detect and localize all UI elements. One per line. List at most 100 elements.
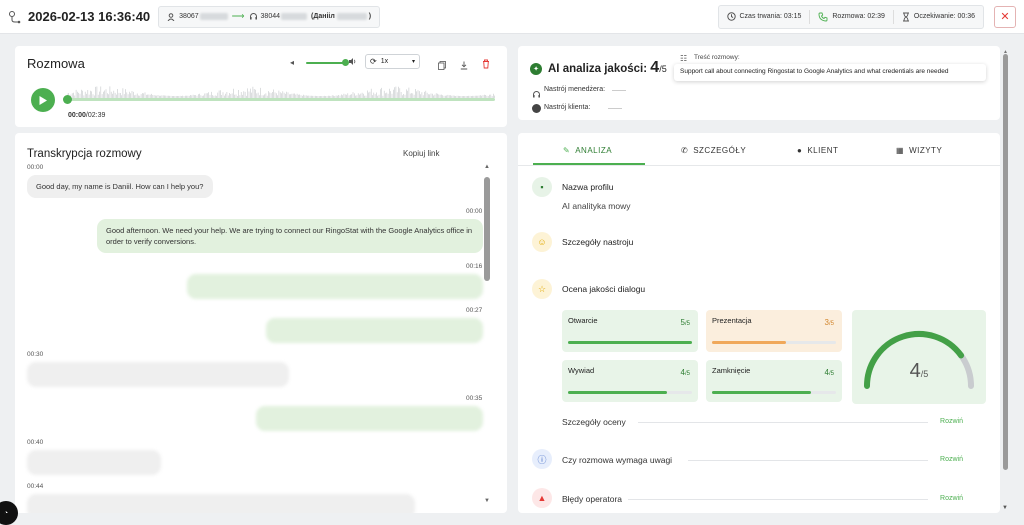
magic-wand-icon: ✎: [563, 146, 571, 155]
message-timestamp: 00:27: [466, 307, 483, 314]
message-timestamp: 00:00: [27, 164, 44, 171]
ai-summary-panel: ✦ AI analiza jakości: 4/5 Nastrój menedż…: [518, 46, 1008, 120]
manager-mood-value: [612, 90, 626, 91]
quality-card-bar: [568, 341, 692, 344]
total-time: /02:39: [85, 112, 106, 119]
phone-icon: [818, 12, 828, 22]
quality-card-score: 3/5: [825, 318, 834, 327]
divider: [628, 499, 928, 500]
calendar-icon: ▦: [896, 146, 905, 155]
expand-attention[interactable]: Rozwiń: [940, 456, 963, 463]
speed-select[interactable]: ⟳ 1x ▾: [365, 54, 420, 69]
phone-icon: ✆: [681, 146, 689, 155]
copy-link-button[interactable]: Kopiuj link: [403, 149, 439, 158]
callee-name: (Данііл: [311, 13, 335, 20]
quality-card-label: Zamknięcie: [712, 366, 751, 375]
smile-icon: ☺: [532, 232, 552, 252]
tab-klient[interactable]: ● KLIENT: [797, 146, 838, 155]
call-flow-icon: [8, 10, 22, 24]
message-operator: Good day, my name is Daniil. How can I h…: [27, 175, 213, 198]
help-widget-button[interactable]: ◔: [0, 501, 18, 525]
player-panel: Rozmowa ◂ ⟳ 1x ▾ 00:00/02:39: [15, 46, 507, 127]
profile-icon: ▪: [532, 177, 552, 197]
progress-knob[interactable]: [63, 95, 72, 104]
message-timestamp: 00:35: [466, 395, 483, 402]
volume-icon[interactable]: [348, 57, 357, 66]
transcript-title: Transkrypcja rozmowy: [27, 148, 142, 160]
speed-value: 1x: [380, 58, 389, 65]
delete-icon[interactable]: [482, 56, 490, 74]
chat-widget-icon: ◔: [3, 509, 9, 517]
player-title: Rozmowa: [27, 56, 85, 71]
message-client-redacted: [187, 274, 483, 299]
tab-szczegoly[interactable]: ✆ SZCZEGÓŁY: [681, 146, 746, 155]
scroll-down-icon[interactable]: ▼: [1002, 505, 1008, 511]
quality-card-bar: [712, 341, 836, 344]
dialog-quality-title: Ocena jakości dialogu: [562, 284, 646, 294]
download-icon[interactable]: [460, 57, 468, 75]
callee-name-close: ): [368, 13, 372, 20]
clock-icon: [726, 12, 736, 21]
profile-value: AI analityka mowy: [562, 201, 631, 211]
close-button[interactable]: ✕: [994, 5, 1016, 28]
quality-card: Wywiad 4/5: [562, 360, 698, 402]
content-label: Treść rozmowy:: [694, 54, 740, 61]
message-timestamp: 00:44: [27, 483, 44, 490]
divider: [688, 460, 928, 461]
transcript-panel: Transkrypcja rozmowy Kopiuj link 00:00 G…: [15, 133, 507, 513]
talk-text: Rozmowa: 02:39: [832, 13, 885, 20]
play-icon: [39, 95, 47, 105]
divider: [809, 9, 811, 24]
redacted-text: [281, 13, 307, 20]
quality-card-score: 5/5: [681, 318, 690, 327]
quality-card-bar-fill: [712, 341, 787, 344]
scroll-down-icon[interactable]: ▼: [484, 498, 490, 504]
callee-number: 38044: [260, 13, 280, 20]
page-scrollbar[interactable]: [1003, 54, 1008, 470]
tab-label: SZCZEGÓŁY: [693, 146, 747, 155]
message-client-redacted: [266, 318, 483, 343]
quality-card-score-outof: /5: [684, 321, 690, 327]
headset-icon: [249, 12, 258, 21]
gauge-score-outof: /5: [920, 369, 929, 379]
quality-card-bar-fill: [568, 391, 668, 394]
top-bar: 2026-02-13 16:36:40 38067 ⟶ 38044 (Даніі…: [0, 0, 1024, 34]
tab-analiza[interactable]: ✎ ANALIZA: [563, 146, 612, 155]
quality-card-label: Otwarcie: [568, 316, 598, 325]
tab-label: WIZYTY: [909, 146, 943, 155]
client-icon: [532, 104, 541, 113]
ai-score: 4: [650, 59, 660, 76]
tab-label: ANALIZA: [575, 146, 613, 155]
tab-label: KLIENT: [807, 146, 839, 155]
play-time: 00:00/02:39: [68, 112, 105, 119]
person-icon: ●: [797, 146, 803, 155]
transcript-scrollbar[interactable]: [484, 177, 490, 281]
quality-card-score-outof: /5: [828, 321, 834, 327]
message-operator-redacted: [27, 494, 415, 513]
redacted-text: [336, 13, 367, 20]
quality-card: Prezentacja 3/5: [706, 310, 842, 352]
progress-bar[interactable]: [67, 98, 495, 101]
quality-card: Zamknięcie 4/5: [706, 360, 842, 402]
volume-low-icon[interactable]: ◂: [290, 58, 294, 67]
scroll-up-icon[interactable]: ▲: [484, 164, 490, 170]
attention-title: Czy rozmowa wymaga uwagi: [562, 455, 673, 465]
tab-wizyty[interactable]: ▦ WIZYTY: [896, 146, 942, 155]
ai-icon: ✦: [530, 63, 542, 75]
gauge-svg: [864, 331, 974, 389]
copy-icon[interactable]: [438, 57, 446, 75]
quality-card-label: Wywiad: [568, 366, 595, 375]
waveform[interactable]: [67, 76, 495, 108]
quality-card-score-outof: /5: [684, 371, 690, 377]
message-timestamp: 00:00: [466, 208, 483, 215]
quality-card-score: 4/5: [825, 368, 834, 377]
content-summary: Support call about connecting Ringostat …: [674, 64, 986, 81]
play-button[interactable]: [31, 88, 55, 112]
chevron-down-icon: ▾: [411, 59, 415, 65]
manager-mood-label: Nastrój menedżera:: [544, 86, 606, 93]
expand-errors[interactable]: Rozwiń: [940, 495, 963, 502]
redacted-text: [199, 13, 228, 20]
participants-pill: 38067 ⟶ 38044 (Данііл ): [158, 5, 381, 28]
expand-rating-details[interactable]: Rozwiń: [940, 418, 963, 425]
current-time: 00:00: [68, 112, 86, 119]
